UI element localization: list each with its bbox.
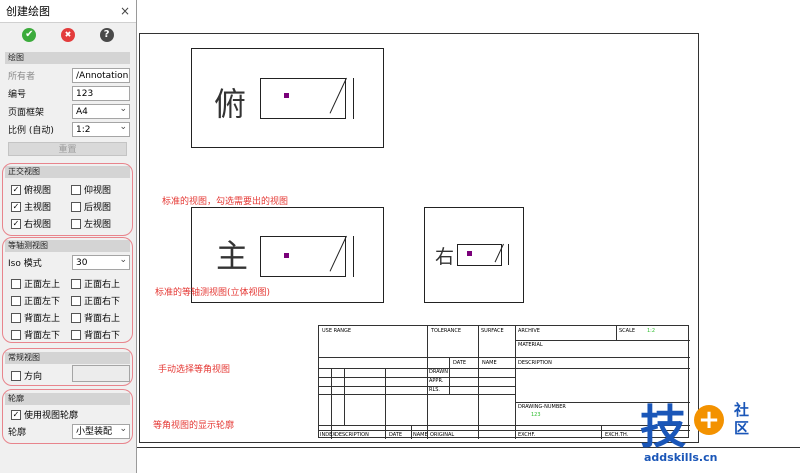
frame-select[interactable]: A4 bbox=[72, 103, 130, 119]
number-field[interactable]: 123 bbox=[72, 85, 130, 101]
panel-actions: ✔ ✖ ? bbox=[0, 23, 136, 47]
view-marker bbox=[284, 253, 289, 258]
tb-exchf: EXCHF. bbox=[518, 432, 536, 438]
note-custom: 手动选择等角视图 bbox=[158, 365, 231, 375]
tb-use-range: USE RANGE bbox=[322, 328, 352, 334]
outline-highlight bbox=[2, 389, 133, 444]
view-line bbox=[353, 236, 354, 277]
tb-original: ORIGINAL bbox=[430, 432, 455, 438]
iso-highlight bbox=[2, 237, 133, 343]
custom-highlight bbox=[2, 348, 133, 386]
tb-exch-th: EXCH.TH. bbox=[605, 432, 629, 438]
view-line bbox=[353, 78, 354, 119]
note-ortho: 标准的视图，勾选需要出的视图 bbox=[162, 197, 289, 207]
logo-plus-icon: + bbox=[694, 405, 724, 435]
view-marker bbox=[467, 251, 472, 256]
front-view-label: 主 bbox=[216, 237, 249, 275]
close-icon[interactable]: × bbox=[120, 4, 130, 18]
front-view-rect bbox=[260, 236, 346, 277]
drawing-section-header: 绘图 bbox=[5, 52, 130, 64]
tb-name2: NAME bbox=[413, 432, 428, 438]
create-drawing-panel: 创建绘图 × ✔ ✖ ? 绘图 所有者 /Annotation 编号 123 页… bbox=[0, 0, 137, 473]
owner-field[interactable]: /Annotation bbox=[72, 67, 130, 83]
tb-index: INDEX bbox=[320, 432, 336, 438]
logo-main-char: 技 bbox=[640, 400, 686, 454]
tb-drawing-number-value: 123 bbox=[531, 412, 541, 418]
tb-date: DATE bbox=[453, 360, 467, 366]
view-line bbox=[508, 244, 509, 265]
top-view-label: 俯 bbox=[214, 85, 247, 123]
ortho-highlight bbox=[2, 163, 133, 236]
panel-titlebar: 创建绘图 × bbox=[0, 0, 136, 23]
top-view[interactable]: 俯 bbox=[191, 48, 384, 148]
tb-material: MATERIAL bbox=[518, 342, 543, 348]
view-marker bbox=[284, 93, 289, 98]
tb-appr: APPR. bbox=[429, 378, 444, 384]
drawing-section: 绘图 所有者 /Annotation 编号 123 页面框架 A4 比例 (自动… bbox=[5, 52, 130, 160]
right-view-label: 右 bbox=[435, 246, 455, 268]
frame-label: 页面框架 bbox=[8, 107, 45, 118]
number-label: 编号 bbox=[8, 89, 27, 100]
tb-name: NAME bbox=[482, 360, 497, 366]
logo-community-2: 区 bbox=[734, 419, 750, 437]
help-icon[interactable]: ? bbox=[99, 28, 114, 42]
cancel-icon[interactable]: ✖ bbox=[60, 28, 75, 42]
note-outline: 等角视图的显示轮廓 bbox=[153, 421, 235, 431]
tb-rls: RLS. bbox=[429, 387, 441, 393]
tb-description: DESCRIPTION bbox=[518, 360, 552, 366]
note-iso: 标准的等轴测视图(立体视图) bbox=[155, 288, 271, 298]
panel-title: 创建绘图 bbox=[6, 5, 50, 18]
right-view-rect bbox=[457, 244, 502, 266]
tb-description2: DESCRIPTION bbox=[335, 432, 369, 438]
tb-tolerance: TOLERANCE bbox=[431, 328, 462, 334]
logo-url: addskills.cn bbox=[644, 451, 718, 464]
tb-drawn: DRAWN bbox=[429, 369, 448, 375]
right-view[interactable]: 右 bbox=[424, 207, 524, 303]
top-view-rect bbox=[260, 78, 346, 119]
tb-date2: DATE bbox=[389, 432, 403, 438]
title-block: USE RANGE TOLERANCE SURFACE ARCHIVE SCAL… bbox=[318, 325, 690, 439]
scale-label: 比例 (自动) bbox=[8, 125, 54, 136]
reset-button[interactable]: 重置 bbox=[8, 142, 127, 156]
tb-scale-value: 1:2 bbox=[647, 328, 656, 334]
tb-surface: SURFACE bbox=[481, 328, 504, 334]
scale-select[interactable]: 1:2 bbox=[72, 121, 130, 137]
ok-icon[interactable]: ✔ bbox=[22, 28, 37, 42]
site-logo: 技 + 社 区 addskills.cn bbox=[640, 395, 800, 473]
tb-scale: SCALE bbox=[619, 328, 636, 334]
tb-archive: ARCHIVE bbox=[518, 328, 540, 334]
owner-label: 所有者 bbox=[8, 71, 36, 82]
tb-drawing-number: DRAWING-NUMBER bbox=[518, 404, 566, 410]
